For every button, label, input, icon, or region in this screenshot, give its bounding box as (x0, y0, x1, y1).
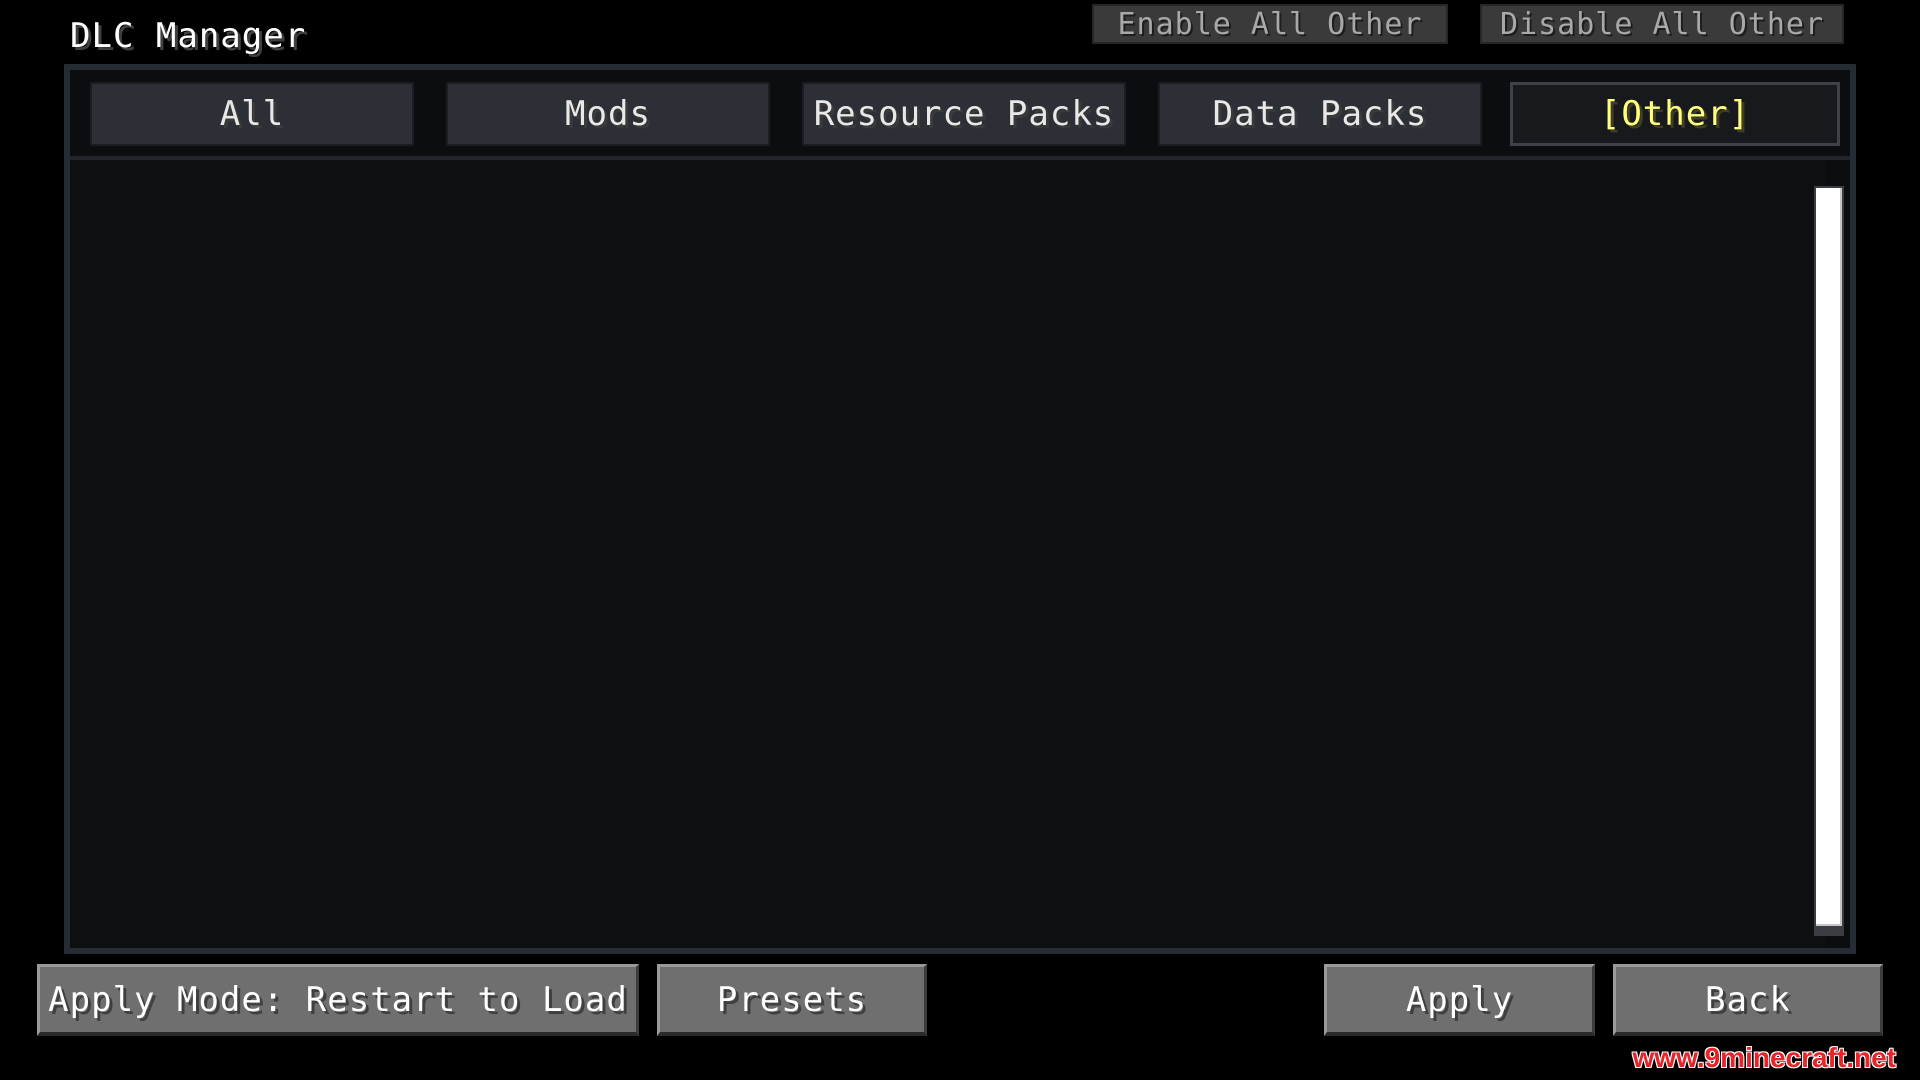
tab-all[interactable]: All (90, 82, 414, 146)
disable-all-other-button[interactable]: Disable All Other (1480, 4, 1844, 44)
back-button[interactable]: Back (1611, 962, 1885, 1038)
dlc-manager-screen: DLC Manager Enable All Other Disable All… (0, 0, 1920, 1080)
tab-data-packs[interactable]: Data Packs (1158, 82, 1482, 146)
scrollbar-track[interactable] (1814, 186, 1844, 936)
apply-button[interactable]: Apply (1322, 962, 1597, 1038)
tab-mods[interactable]: Mods (446, 82, 770, 146)
tab-resource-packs[interactable]: Resource Packs (802, 82, 1126, 146)
page-title: DLC Manager (70, 16, 307, 56)
scrollbar-thumb[interactable] (1816, 188, 1842, 926)
dlc-panel: All Mods Resource Packs Data Packs [Othe… (64, 64, 1856, 954)
enable-all-other-button[interactable]: Enable All Other (1092, 4, 1448, 44)
apply-mode-button[interactable]: Apply Mode: Restart to Load (35, 962, 641, 1038)
tab-bar: All Mods Resource Packs Data Packs [Othe… (70, 70, 1850, 160)
presets-button[interactable]: Presets (655, 962, 929, 1038)
dlc-list[interactable] (70, 160, 1826, 948)
watermark-logo: www.9minecraft.net (1632, 1042, 1896, 1073)
tab-other[interactable]: [Other] (1510, 82, 1840, 146)
